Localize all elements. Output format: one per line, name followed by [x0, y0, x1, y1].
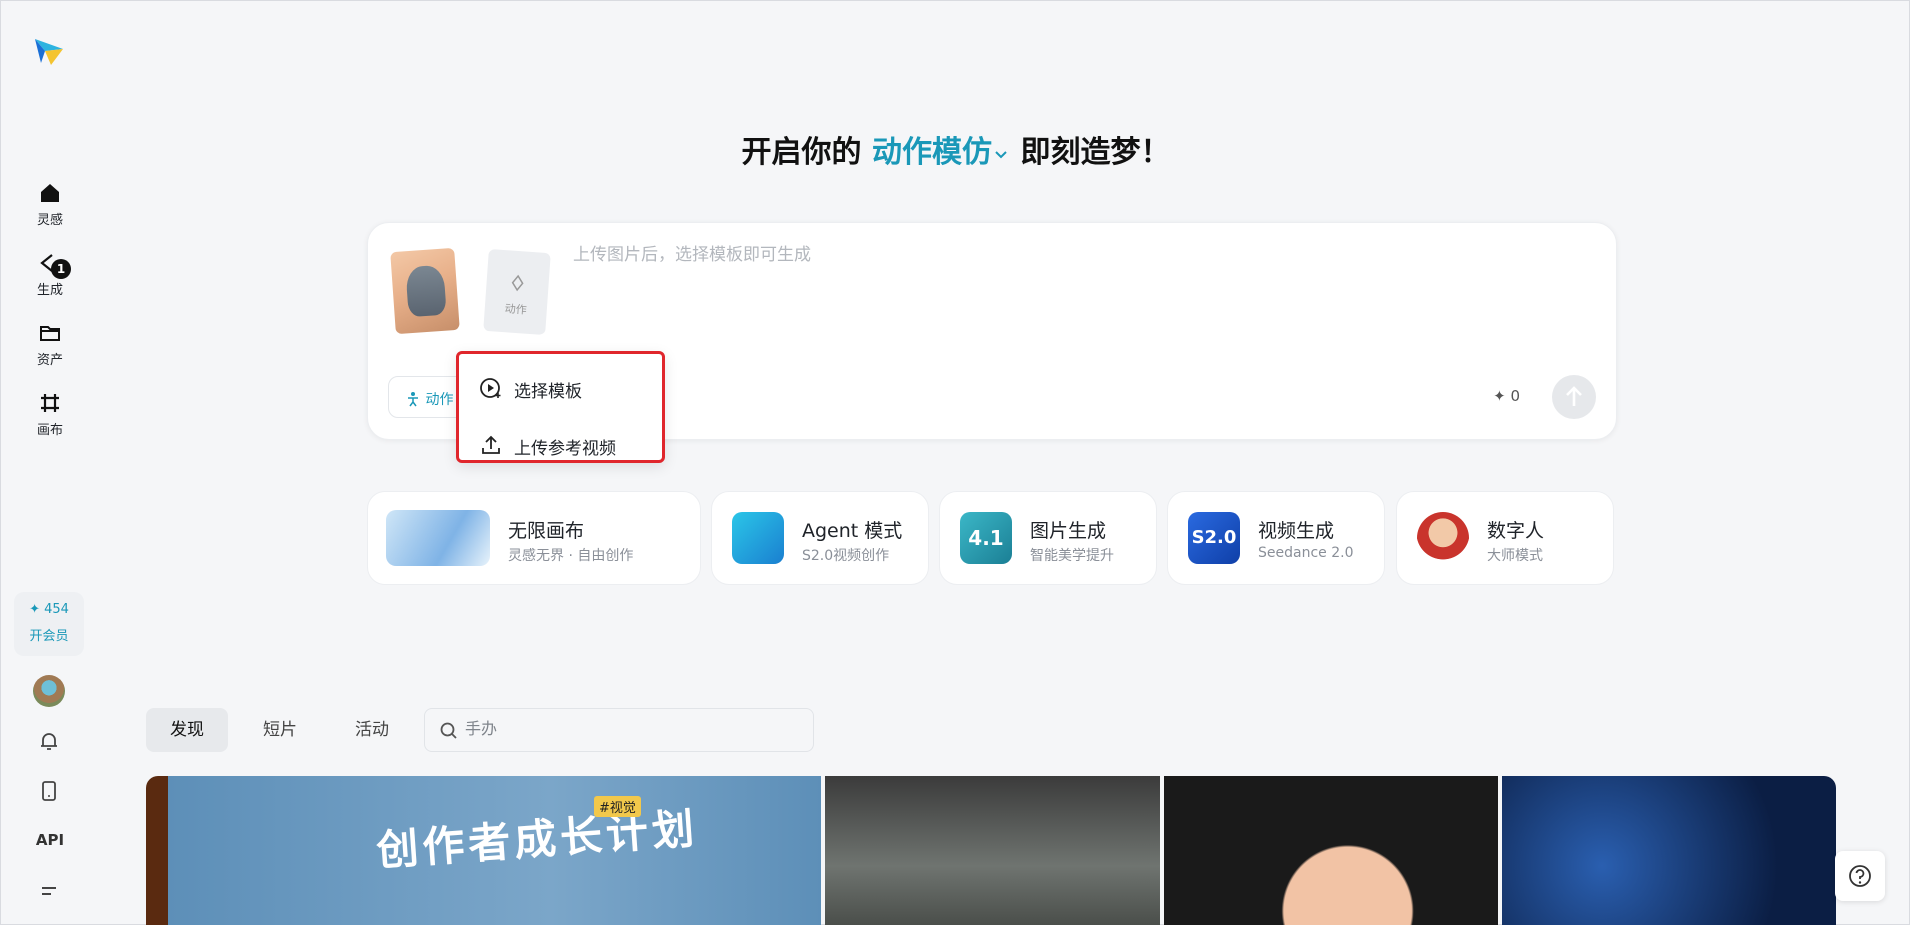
gallery-item-starfield[interactable] — [1502, 776, 1836, 925]
menu-icon[interactable] — [35, 877, 63, 905]
headline-suffix: 即刻造梦！ — [1010, 135, 1171, 170]
feature-subtitle: 智能美学提升 — [1030, 548, 1114, 564]
prompt-input[interactable] — [573, 245, 1573, 265]
gallery-item-character[interactable] — [1164, 776, 1498, 925]
search-box — [424, 708, 814, 752]
sidebar-item-label: 资产 — [36, 353, 63, 368]
sidebar-item-label: 灵感 — [36, 213, 63, 228]
home-icon — [41, 184, 59, 202]
search-icon — [440, 722, 457, 739]
credits-value: 454 — [44, 602, 69, 617]
arrow-up-icon — [1566, 386, 1582, 406]
action-upload-slot[interactable]: 动作 — [483, 248, 551, 336]
action-slot-label: 动作 — [504, 302, 528, 317]
search-input[interactable] — [465, 719, 795, 738]
play-template-icon — [480, 378, 501, 398]
sidebar-item-label: 生成 — [36, 283, 63, 298]
send-button[interactable] — [1552, 375, 1596, 419]
gallery-item-banner[interactable]: 创作者成长计划 #视觉 — [146, 776, 821, 925]
mobile-icon[interactable] — [35, 777, 63, 805]
sidebar-item-label: 画布 — [36, 423, 63, 438]
sidebar-item-canvas[interactable]: 画布 — [1, 391, 99, 438]
vip-label: 开会员 — [29, 629, 69, 644]
menu-item-label: 选择模板 — [514, 382, 582, 402]
mode-label: 动作模仿 — [872, 135, 992, 170]
folder-icon — [40, 326, 60, 341]
tab-discover[interactable]: 发现 — [146, 708, 228, 752]
tab-shorts[interactable]: 短片 — [239, 708, 321, 752]
chevron-down-icon — [995, 150, 1007, 158]
feature-subtitle: Seedance 2.0 — [1258, 545, 1354, 561]
agent-icon — [732, 512, 784, 564]
video-gen-icon: S2.0 — [1188, 512, 1240, 564]
mode-selector[interactable]: 动作模仿 — [872, 135, 1010, 170]
banner-tag: #视觉 — [594, 796, 641, 817]
headline-prefix: 开启你的 — [741, 135, 872, 170]
help-button[interactable] — [1835, 851, 1885, 901]
notification-badge: 1 — [51, 259, 71, 279]
sidebar-item-inspiration[interactable]: 灵感 — [1, 181, 99, 228]
feature-card-image-gen[interactable]: 4.1 图片生成 智能美学提升 — [939, 491, 1157, 585]
feature-subtitle: 大师模式 — [1487, 548, 1543, 564]
help-icon — [1849, 865, 1871, 887]
banner-text: 创作者成长计划 — [374, 803, 700, 876]
credit-cost-value: 0 — [1510, 387, 1520, 405]
canvas-icon — [41, 394, 59, 412]
pegasus-icon — [386, 510, 490, 566]
image-gen-icon: 4.1 — [960, 512, 1012, 564]
cat-image — [405, 264, 447, 318]
feature-subtitle: 灵感无界 · 自由创作 — [508, 548, 634, 564]
sparkle-diamond-icon — [511, 274, 524, 292]
feature-title: 数字人 — [1487, 520, 1545, 542]
credit-cost: ✦ 0 — [1493, 387, 1520, 405]
feature-card-video-gen[interactable]: S2.0 视频生成 Seedance 2.0 — [1167, 491, 1385, 585]
feature-title: 视频生成 — [1258, 520, 1335, 542]
mode-chip-label: 动作 — [425, 392, 454, 408]
upload-icon — [482, 435, 500, 454]
motion-icon — [408, 392, 418, 407]
feature-title: 无限画布 — [508, 520, 585, 542]
avatar[interactable] — [33, 675, 65, 707]
credits-count: ✦ 454 — [29, 602, 69, 617]
api-link[interactable]: API — [1, 831, 99, 849]
action-dropdown-menu: 选择模板 上传参考视频 — [456, 351, 665, 463]
uploaded-image-thumbnail[interactable] — [390, 247, 460, 335]
credits-vip-box[interactable]: ✦ 454 开会员 — [14, 592, 84, 656]
gallery-item-tree[interactable] — [825, 776, 1160, 925]
feature-card-agent[interactable]: Agent 模式 S2.0视频创作 — [711, 491, 929, 585]
sidebar-item-generate[interactable]: 1 生成 — [1, 251, 99, 298]
bell-icon[interactable] — [35, 727, 63, 755]
feature-title: Agent 模式 — [802, 520, 903, 542]
feature-card-digital-human[interactable]: 数字人 大师模式 — [1396, 491, 1614, 585]
digital-human-icon — [1417, 512, 1469, 564]
sidebar-item-assets[interactable]: 资产 — [1, 321, 99, 368]
tab-events[interactable]: 活动 — [331, 708, 413, 752]
feature-subtitle: S2.0视频创作 — [802, 548, 890, 564]
feature-card-infinite-canvas[interactable]: 无限画布 灵感无界 · 自由创作 — [367, 491, 701, 585]
app-logo-icon[interactable] — [31, 33, 67, 69]
feature-title: 图片生成 — [1030, 520, 1107, 542]
menu-item-label: 上传参考视频 — [514, 439, 616, 459]
page-title: 开启你的 动作模仿 即刻造梦！ — [1, 127, 1910, 171]
